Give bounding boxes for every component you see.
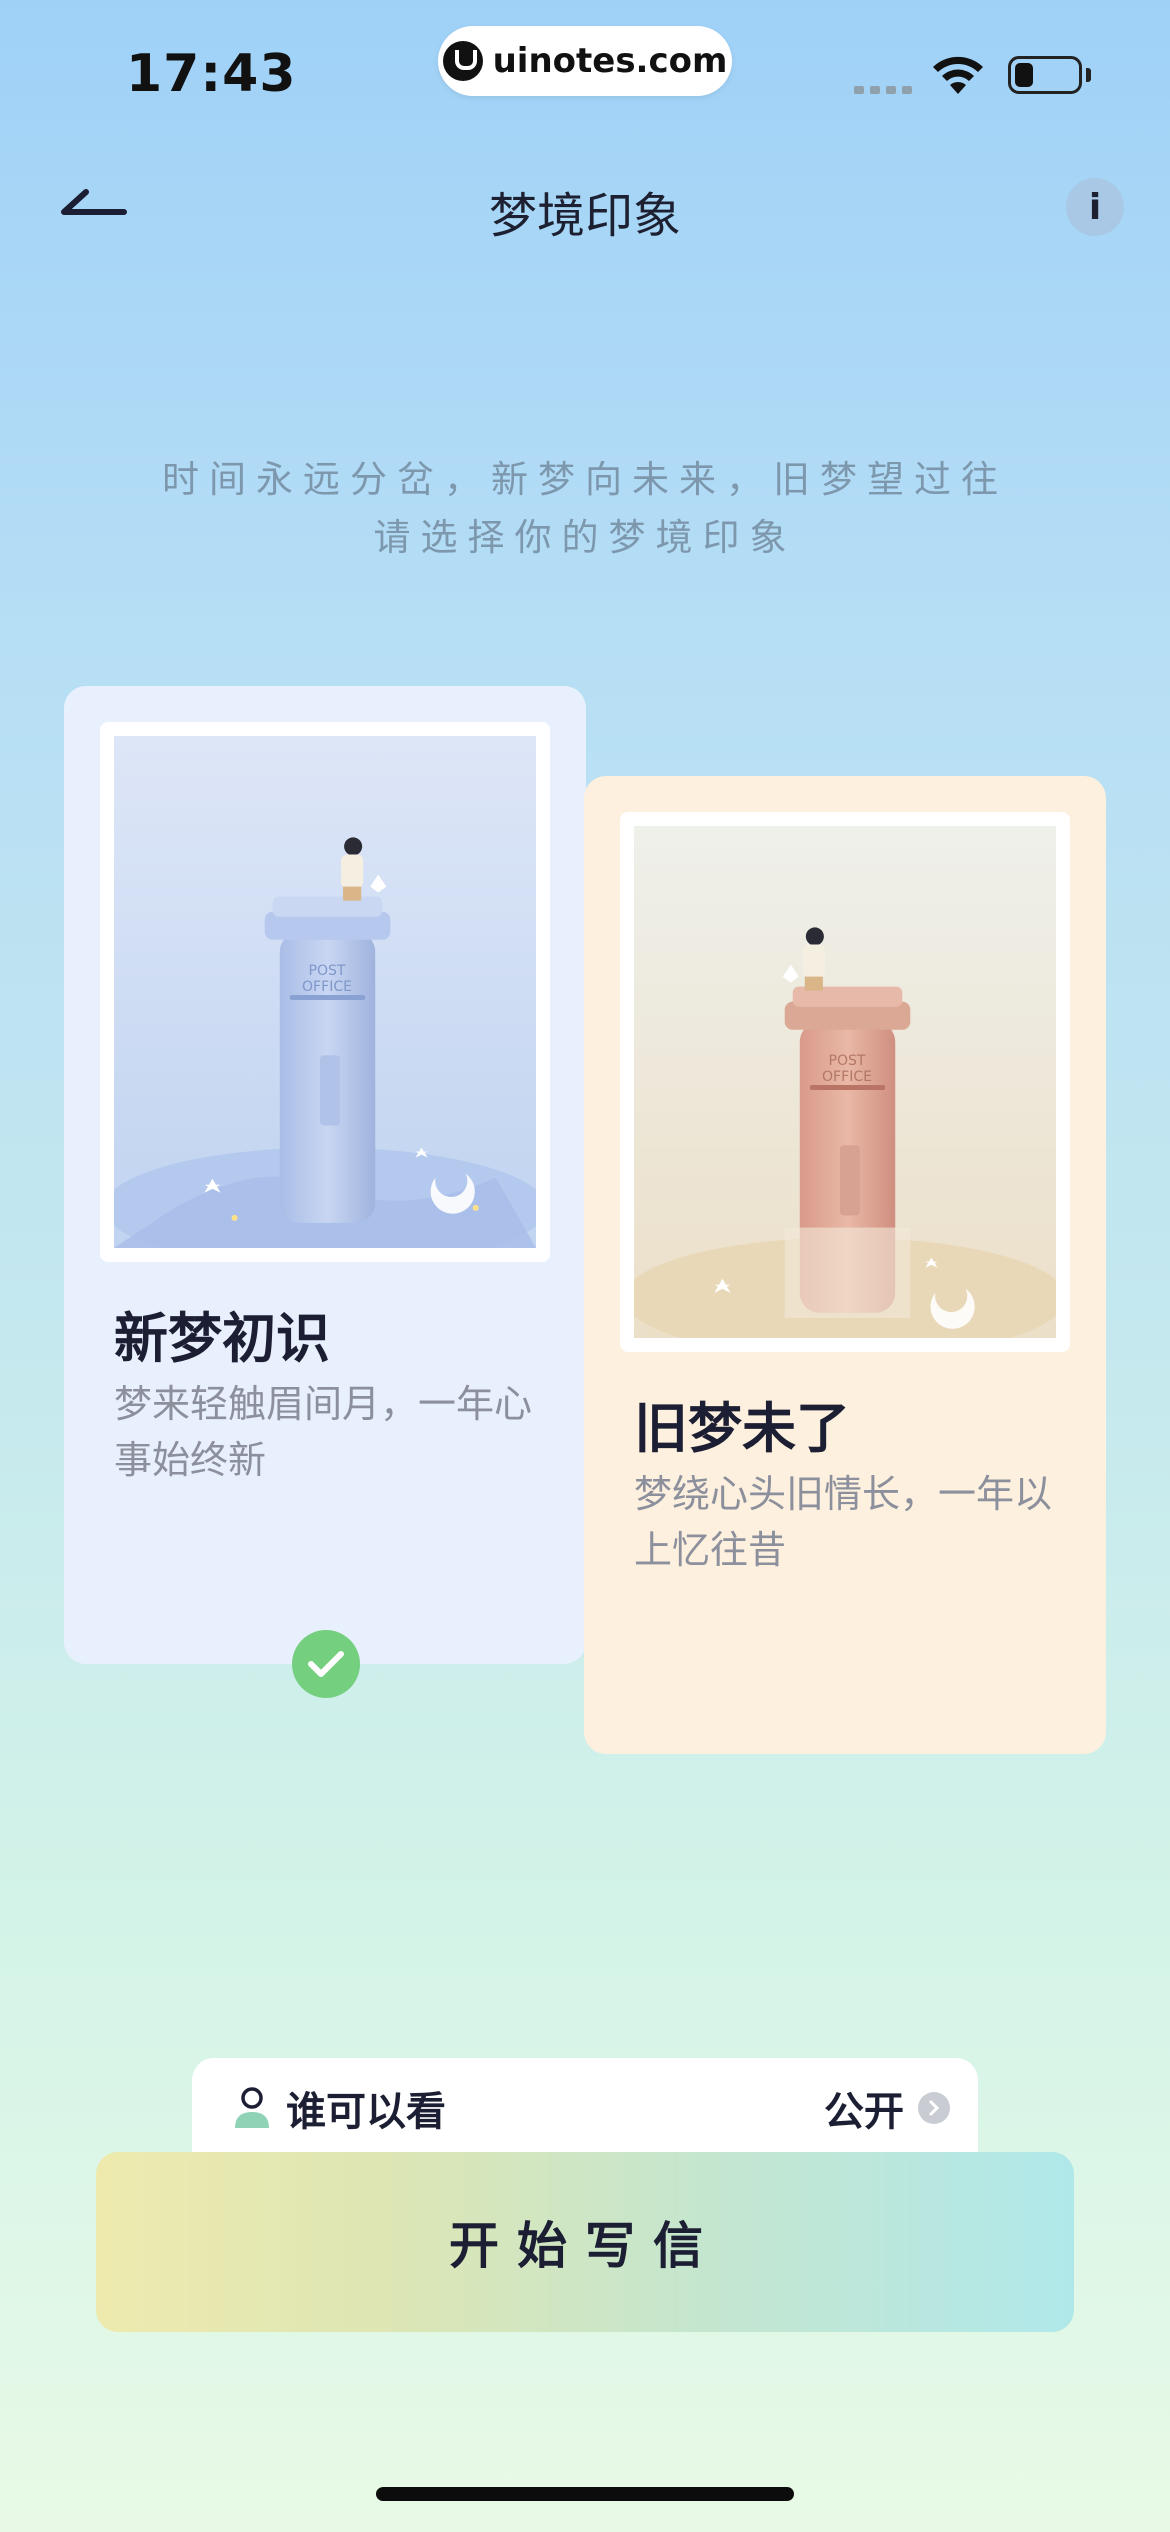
start-writing-button[interactable]: 开始写信 <box>96 2152 1074 2332</box>
selected-check-icon <box>292 1630 360 1698</box>
page-title: 梦境印象 <box>488 188 681 244</box>
chevron-right-icon <box>918 2092 950 2124</box>
watermark-text: uinotes.com <box>492 41 728 81</box>
visibility-row[interactable]: 谁可以看 公开 <box>192 2058 978 2158</box>
postbox-label-2: OFFICE <box>302 979 352 995</box>
person-icon <box>235 2087 269 2128</box>
dream-card-old[interactable]: POST OFFICE 旧梦未了 梦绕心头旧情长，一年以上忆往昔 <box>584 776 1106 1754</box>
card-title-old: 旧梦未了 <box>634 1397 850 1460</box>
uinotes-logo-icon <box>442 41 483 81</box>
visibility-label: 谁可以看 <box>286 2089 446 2135</box>
subtitle-line-1: 时间永远分岔，新梦向未来，旧梦望过往 <box>162 458 1008 501</box>
home-indicator[interactable] <box>376 2487 794 2501</box>
battery-icon <box>1008 56 1082 94</box>
card-desc-old: 梦绕心头旧情长，一年以上忆往昔 <box>634 1472 1053 1572</box>
wifi-icon <box>933 56 983 94</box>
card-title-new: 新梦初识 <box>114 1307 330 1370</box>
postbox-label-old-1: POST <box>828 1053 865 1069</box>
status-time: 17:43 <box>126 44 297 104</box>
cellular-signal-icon <box>854 86 912 94</box>
card-illustration-new: POST OFFICE <box>100 722 550 1262</box>
subtitle-line-2: 请选择你的梦境印象 <box>373 516 797 559</box>
watermark-badge: uinotes.com <box>438 26 732 96</box>
battery-tip <box>1086 68 1091 82</box>
visibility-value: 公开 <box>824 2089 904 2135</box>
info-icon[interactable]: i <box>1066 178 1124 236</box>
card-desc-new: 梦来轻触眉间月，一年心事始终新 <box>114 1382 533 1482</box>
dream-card-new[interactable]: POST OFFICE 新梦初识 梦来轻触眉间月，一年心事始终新 <box>64 686 586 1664</box>
postbox-label-old-2: OFFICE <box>822 1069 872 1085</box>
postbox-label-1: POST <box>308 963 345 979</box>
card-illustration-old: POST OFFICE <box>620 812 1070 1352</box>
